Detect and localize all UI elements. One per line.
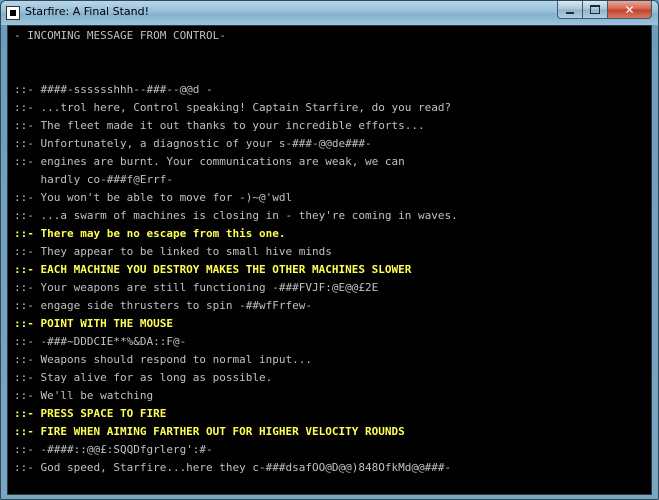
window-controls: ✕	[557, 1, 652, 20]
maximize-button[interactable]	[583, 1, 608, 19]
message-line-highlight: ::- EACH MACHINE YOU DESTROY MAKES THE O…	[14, 263, 412, 276]
message-line: - INCOMING MESSAGE FROM CONTROL-	[14, 29, 226, 42]
message-line: ::- Stay alive for as long as possible.	[14, 371, 273, 384]
app-icon[interactable]	[6, 6, 20, 20]
message-line: ::- ####-sssssshhh--###--@@d -	[14, 83, 213, 96]
message-line: ::- Your weapons are still functioning -…	[14, 281, 379, 294]
message-line: ::- You won't be able to move for -)~@'w…	[14, 191, 293, 204]
close-icon: ✕	[624, 2, 635, 17]
message-line: ::- engines are burnt. Your communicatio…	[14, 155, 405, 168]
maximize-icon	[590, 5, 600, 14]
message-line: ::- engage side thrusters to spin -##wfF…	[14, 299, 313, 312]
minimize-icon	[566, 11, 574, 14]
message-line: ::- The fleet made it out thanks to your…	[14, 119, 425, 132]
message-line: ::- ...trol here, Control speaking! Capt…	[14, 101, 452, 114]
message-line: ::- Weapons should respond to normal inp…	[14, 353, 313, 366]
game-window: Starfire: A Final Stand! ✕ - INCOMING ME…	[0, 0, 659, 500]
message-line-highlight: ::- POINT WITH THE MOUSE	[14, 317, 173, 330]
window-title: Starfire: A Final Stand!	[25, 5, 150, 18]
message-line-highlight: ::- FIRE WHEN AIMING FARTHER OUT FOR HIG…	[14, 425, 405, 438]
message-line-highlight: ::- PRESS SPACE TO FIRE	[14, 407, 167, 420]
message-line: ::- -###~DDDCIE**%&DA::F@-	[14, 335, 187, 348]
message-line: ::- They appear to be linked to small hi…	[14, 245, 332, 258]
message-console[interactable]: - INCOMING MESSAGE FROM CONTROL-::- ####…	[7, 25, 652, 495]
message-line: hardly co-###f@Errf-	[14, 173, 173, 186]
message-line-highlight: ::- There may be no escape from this one…	[14, 227, 286, 240]
message-line: ::- ...a swarm of machines is closing in…	[14, 209, 458, 222]
minimize-button[interactable]	[557, 1, 583, 19]
message-line: ::- Unfortunately, a diagnostic of your …	[14, 137, 372, 150]
message-line: ::- God speed, Starfire...here they c-##…	[14, 461, 452, 474]
message-line: ::- We'll be watching	[14, 389, 154, 402]
message-line: ::- -####::@@£:SQQDfgrlerg':#-	[14, 443, 213, 456]
close-button[interactable]: ✕	[608, 1, 652, 19]
title-bar[interactable]: Starfire: A Final Stand! ✕	[1, 1, 658, 25]
